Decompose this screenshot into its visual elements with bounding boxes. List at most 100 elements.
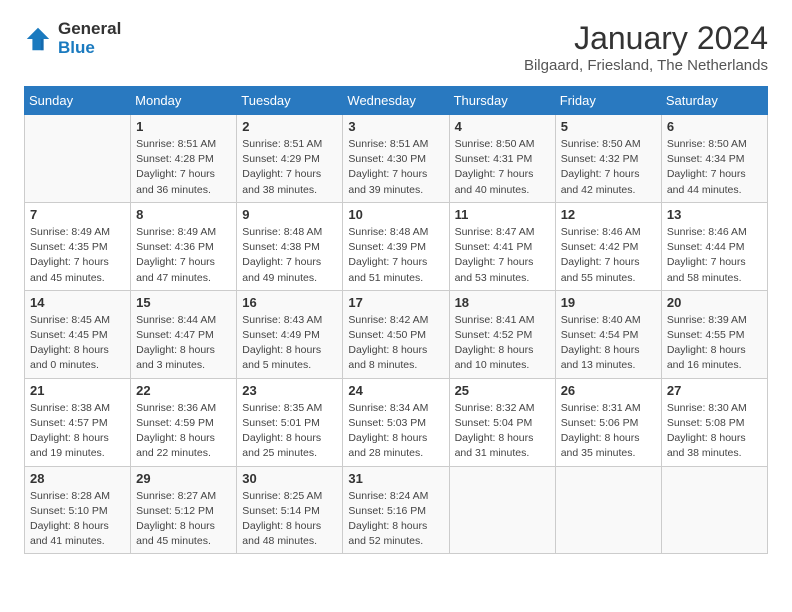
calendar-week-5: 28Sunrise: 8:28 AM Sunset: 5:10 PM Dayli…	[25, 466, 768, 554]
calendar-cell: 16Sunrise: 8:43 AM Sunset: 4:49 PM Dayli…	[237, 290, 343, 378]
day-info: Sunrise: 8:51 AM Sunset: 4:30 PM Dayligh…	[348, 137, 443, 198]
day-info: Sunrise: 8:47 AM Sunset: 4:41 PM Dayligh…	[455, 225, 550, 286]
calendar-cell: 31 Sunrise: 8:24 AM Sunset: 5:16 PM Dayli…	[343, 466, 449, 554]
day-info: Sunrise: 8:50 AM Sunset: 4:34 PM Dayligh…	[667, 137, 762, 198]
calendar-cell: 4 Sunrise: 8:50 AM Sunset: 4:31 PM Daylig…	[449, 115, 555, 203]
header-row: SundayMondayTuesdayWednesdayThursdayFrid…	[25, 87, 768, 115]
calendar-cell: 8Sunrise: 8:49 AM Sunset: 4:36 PM Daylig…	[131, 202, 237, 290]
day-number: 30	[242, 471, 337, 486]
day-info: Sunrise: 8:41 AM Sunset: 4:52 PM Dayligh…	[455, 313, 550, 374]
calendar-cell: 28Sunrise: 8:28 AM Sunset: 5:10 PM Dayli…	[25, 466, 131, 554]
day-info: Sunrise: 8:46 AM Sunset: 4:44 PM Dayligh…	[667, 225, 762, 286]
calendar-cell: 11 Sunrise: 8:47 AM Sunset: 4:41 PM Dayli…	[449, 202, 555, 290]
day-info: Sunrise: 8:31 AM Sunset: 5:06 PM Dayligh…	[561, 401, 656, 462]
calendar-cell: 18Sunrise: 8:41 AM Sunset: 4:52 PM Dayli…	[449, 290, 555, 378]
calendar-title: January 2024	[524, 20, 768, 57]
day-info: Sunrise: 8:48 AM Sunset: 4:39 PM Dayligh…	[348, 225, 443, 286]
day-info: Sunrise: 8:32 AM Sunset: 5:04 PM Dayligh…	[455, 401, 550, 462]
calendar-cell: 24Sunrise: 8:34 AM Sunset: 5:03 PM Dayli…	[343, 378, 449, 466]
calendar-cell: 26 Sunrise: 8:31 AM Sunset: 5:06 PM Dayli…	[555, 378, 661, 466]
day-number: 14	[30, 295, 125, 310]
calendar-cell: 22 Sunrise: 8:36 AM Sunset: 4:59 PM Dayli…	[131, 378, 237, 466]
day-info: Sunrise: 8:43 AM Sunset: 4:49 PM Dayligh…	[242, 313, 337, 374]
calendar-cell: 7 Sunrise: 8:49 AM Sunset: 4:35 PM Daylig…	[25, 202, 131, 290]
calendar-cell: 1 Sunrise: 8:51 AM Sunset: 4:28 PM Daylig…	[131, 115, 237, 203]
day-number: 11	[455, 207, 550, 222]
day-number: 23	[242, 383, 337, 398]
calendar-subtitle: Bilgaard, Friesland, The Netherlands	[524, 57, 768, 74]
day-number: 25	[455, 383, 550, 398]
calendar-week-4: 21 Sunrise: 8:38 AM Sunset: 4:57 PM Dayli…	[25, 378, 768, 466]
page-header: General Blue January 2024 Bilgaard, Frie…	[24, 20, 768, 74]
day-number: 20	[667, 295, 762, 310]
day-number: 21	[30, 383, 125, 398]
calendar-cell: 14 Sunrise: 8:45 AM Sunset: 4:45 PM Dayli…	[25, 290, 131, 378]
day-number: 28	[30, 471, 125, 486]
day-info: Sunrise: 8:42 AM Sunset: 4:50 PM Dayligh…	[348, 313, 443, 374]
day-header-tuesday: Tuesday	[237, 87, 343, 115]
day-header-friday: Friday	[555, 87, 661, 115]
day-number: 17	[348, 295, 443, 310]
day-number: 22	[136, 383, 231, 398]
calendar-cell	[25, 115, 131, 203]
calendar-cell: 9 Sunrise: 8:48 AM Sunset: 4:38 PM Daylig…	[237, 202, 343, 290]
logo-blue: Blue	[58, 39, 121, 58]
day-number: 27	[667, 383, 762, 398]
calendar-cell: 2Sunrise: 8:51 AM Sunset: 4:29 PM Daylig…	[237, 115, 343, 203]
day-number: 1	[136, 119, 231, 134]
calendar-cell: 19 Sunrise: 8:40 AM Sunset: 4:54 PM Dayli…	[555, 290, 661, 378]
day-info: Sunrise: 8:49 AM Sunset: 4:35 PM Dayligh…	[30, 225, 125, 286]
day-info: Sunrise: 8:35 AM Sunset: 5:01 PM Dayligh…	[242, 401, 337, 462]
day-number: 13	[667, 207, 762, 222]
logo-general: General	[58, 20, 121, 39]
day-info: Sunrise: 8:27 AM Sunset: 5:12 PM Dayligh…	[136, 489, 231, 550]
calendar-cell: 15 Sunrise: 8:44 AM Sunset: 4:47 PM Dayli…	[131, 290, 237, 378]
day-info: Sunrise: 8:48 AM Sunset: 4:38 PM Dayligh…	[242, 225, 337, 286]
day-info: Sunrise: 8:51 AM Sunset: 4:28 PM Dayligh…	[136, 137, 231, 198]
calendar-week-1: 1 Sunrise: 8:51 AM Sunset: 4:28 PM Daylig…	[25, 115, 768, 203]
day-number: 26	[561, 383, 656, 398]
calendar-cell: 10Sunrise: 8:48 AM Sunset: 4:39 PM Dayli…	[343, 202, 449, 290]
day-info: Sunrise: 8:24 AM Sunset: 5:16 PM Dayligh…	[348, 489, 443, 550]
calendar-cell: 20 Sunrise: 8:39 AM Sunset: 4:55 PM Dayli…	[661, 290, 767, 378]
day-number: 3	[348, 119, 443, 134]
day-info: Sunrise: 8:50 AM Sunset: 4:31 PM Dayligh…	[455, 137, 550, 198]
day-info: Sunrise: 8:36 AM Sunset: 4:59 PM Dayligh…	[136, 401, 231, 462]
day-number: 4	[455, 119, 550, 134]
logo: General Blue	[24, 20, 121, 57]
day-header-thursday: Thursday	[449, 87, 555, 115]
calendar-header: SundayMondayTuesdayWednesdayThursdayFrid…	[25, 87, 768, 115]
calendar-body: 1 Sunrise: 8:51 AM Sunset: 4:28 PM Daylig…	[25, 115, 768, 554]
day-number: 12	[561, 207, 656, 222]
day-number: 2	[242, 119, 337, 134]
day-number: 24	[348, 383, 443, 398]
calendar-cell: 5 Sunrise: 8:50 AM Sunset: 4:32 PM Daylig…	[555, 115, 661, 203]
day-number: 19	[561, 295, 656, 310]
day-number: 5	[561, 119, 656, 134]
day-number: 9	[242, 207, 337, 222]
day-info: Sunrise: 8:30 AM Sunset: 5:08 PM Dayligh…	[667, 401, 762, 462]
day-info: Sunrise: 8:46 AM Sunset: 4:42 PM Dayligh…	[561, 225, 656, 286]
calendar-cell: 25 Sunrise: 8:32 AM Sunset: 5:04 PM Dayli…	[449, 378, 555, 466]
calendar-cell: 3 Sunrise: 8:51 AM Sunset: 4:30 PM Daylig…	[343, 115, 449, 203]
day-info: Sunrise: 8:40 AM Sunset: 4:54 PM Dayligh…	[561, 313, 656, 374]
day-info: Sunrise: 8:38 AM Sunset: 4:57 PM Dayligh…	[30, 401, 125, 462]
calendar-cell	[449, 466, 555, 554]
day-info: Sunrise: 8:25 AM Sunset: 5:14 PM Dayligh…	[242, 489, 337, 550]
calendar-cell: 21 Sunrise: 8:38 AM Sunset: 4:57 PM Dayli…	[25, 378, 131, 466]
day-header-saturday: Saturday	[661, 87, 767, 115]
day-info: Sunrise: 8:49 AM Sunset: 4:36 PM Dayligh…	[136, 225, 231, 286]
day-number: 7	[30, 207, 125, 222]
calendar-cell: 12 Sunrise: 8:46 AM Sunset: 4:42 PM Dayli…	[555, 202, 661, 290]
day-number: 15	[136, 295, 231, 310]
day-info: Sunrise: 8:50 AM Sunset: 4:32 PM Dayligh…	[561, 137, 656, 198]
calendar-cell: 6Sunrise: 8:50 AM Sunset: 4:34 PM Daylig…	[661, 115, 767, 203]
day-info: Sunrise: 8:44 AM Sunset: 4:47 PM Dayligh…	[136, 313, 231, 374]
day-info: Sunrise: 8:45 AM Sunset: 4:45 PM Dayligh…	[30, 313, 125, 374]
calendar-table: SundayMondayTuesdayWednesdayThursdayFrid…	[24, 86, 768, 554]
day-number: 29	[136, 471, 231, 486]
day-info: Sunrise: 8:39 AM Sunset: 4:55 PM Dayligh…	[667, 313, 762, 374]
calendar-cell: 27 Sunrise: 8:30 AM Sunset: 5:08 PM Dayli…	[661, 378, 767, 466]
day-number: 31	[348, 471, 443, 486]
logo-text: General Blue	[58, 20, 121, 57]
